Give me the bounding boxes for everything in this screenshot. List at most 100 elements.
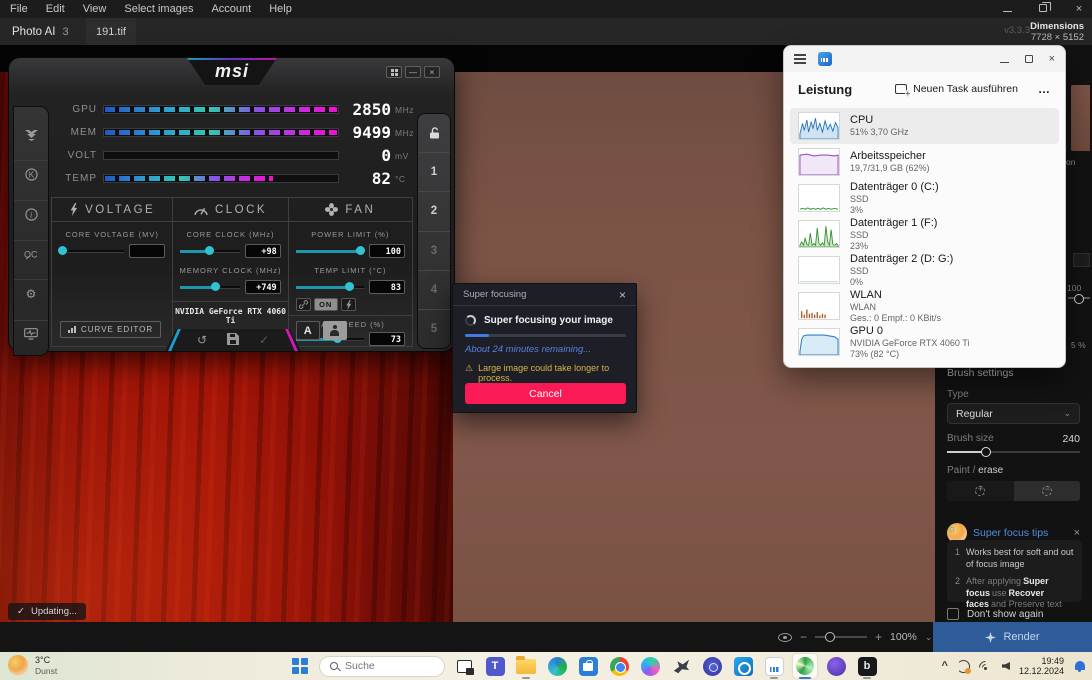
menu-help[interactable]: Help [269,3,292,15]
dont-show-checkbox[interactable] [947,608,959,620]
volume-icon[interactable] [1002,662,1010,670]
list-item-gpu[interactable]: GPU 0 NVIDIA GeForce RTX 4060 Ti 73% (82… [790,324,1059,360]
menu-file[interactable]: File [10,3,28,15]
save-icon[interactable] [227,333,239,348]
chrome-app-button[interactable] [607,654,631,678]
reset-icon[interactable]: ↺ [197,333,207,347]
task-manager-app-button[interactable] [762,654,786,678]
notification-bell-icon[interactable] [1073,660,1086,673]
erase-button[interactable] [1014,481,1081,501]
settings-gear-icon[interactable]: ⚙ [14,279,48,301]
menu-edit[interactable]: Edit [46,3,65,15]
curve-editor-button[interactable]: CURVE EDITOR [60,321,161,338]
cancel-button[interactable]: Cancel [465,383,626,404]
tm-minimize-icon[interactable] [1000,50,1009,68]
menu-account[interactable]: Account [211,3,251,15]
paint-button[interactable] [947,481,1014,501]
slider-knob[interactable] [356,246,365,255]
outlook-app-button[interactable] [731,654,755,678]
minimize-icon[interactable] [1000,3,1014,15]
edge-app-button[interactable] [545,654,569,678]
render-button[interactable]: Render [933,622,1092,652]
core-clock-slider[interactable] [180,250,239,253]
task-view-button[interactable] [452,654,476,678]
tab-file[interactable]: 191.tif [86,18,136,45]
more-options-icon[interactable]: … [1038,82,1051,96]
weather-widget[interactable]: 3°C Dunst [8,655,57,676]
b-app-button[interactable]: b [855,654,879,678]
wifi-icon[interactable] [979,661,993,671]
slider-knob[interactable] [205,246,214,255]
new-task-button[interactable]: Neuen Task ausführen [887,79,1026,99]
zoom-level[interactable]: 100% [890,631,917,643]
msi-close-icon[interactable]: × [424,66,440,78]
oc-scanner-icon[interactable]: OC [14,240,48,260]
memory-clock-slider[interactable] [180,286,239,289]
slider-knob[interactable] [981,447,991,457]
fan-auto-button[interactable]: A [296,321,320,340]
zoom-slider[interactable] [815,636,867,638]
list-item-disk2[interactable]: Datenträger 2 (D: G:) SSD 0% [790,252,1059,288]
explorer-app-button[interactable] [514,654,538,678]
hamburger-menu-icon[interactable] [794,54,806,63]
slider-knob[interactable] [211,282,220,291]
profiles-lock-icon[interactable] [418,114,450,152]
hw-monitor-icon[interactable] [14,320,48,340]
list-item-disk0[interactable]: Datenträger 0 (C:) SSD 3% [790,180,1059,216]
limits-on-toggle[interactable]: ON [314,298,338,311]
teams-app-button[interactable]: T [483,654,507,678]
temp-limit-slider[interactable] [296,286,364,289]
profile-3-button[interactable]: 3 [418,231,450,270]
tm-close-icon[interactable]: × [1049,53,1055,65]
taskbar-search[interactable] [319,656,445,677]
brush-size-slider[interactable] [947,451,1080,453]
preview-eye-icon[interactable] [778,633,792,642]
bird-app-button[interactable] [669,654,693,678]
list-item-memory[interactable]: Arbeitsspeicher 19,7/31,9 GB (62%) [790,144,1059,180]
fan-user-button[interactable] [323,321,347,340]
tray-chevron-icon[interactable]: ^ [942,660,948,672]
brush-type-select[interactable]: Regular ⌄ [947,403,1080,424]
apply-check-icon[interactable]: ✓ [259,333,269,347]
sync-update-icon[interactable] [957,660,970,673]
copilot-app-button[interactable] [638,654,662,678]
info-icon[interactable]: i [14,200,48,221]
zoom-chevron-icon[interactable]: ⌄ [925,632,933,643]
search-input[interactable] [345,660,425,672]
tips-close-icon[interactable]: × [1074,527,1080,539]
zoom-out-icon[interactable]: − [800,630,807,644]
msi-detach-icon[interactable] [386,66,402,78]
taskbar-clock[interactable]: 19:49 12.12.2024 [1019,656,1064,677]
close-icon[interactable]: × [1072,3,1086,15]
list-item-wlan[interactable]: WLAN WLAN Ges.: 0 Empf.: 0 KBit/s [790,288,1059,324]
core-voltage-slider[interactable] [59,250,124,253]
dialog-close-icon[interactable]: × [619,288,626,302]
password-app-button[interactable] [700,654,724,678]
menu-view[interactable]: View [83,3,107,15]
profile-2-button[interactable]: 2 [418,191,450,230]
profile-4-button[interactable]: 4 [418,270,450,309]
tm-maximize-icon[interactable] [1025,50,1033,68]
kombustor-icon[interactable]: K [14,160,48,181]
active-app-button[interactable] [793,654,817,678]
zoom-in-icon[interactable]: + [875,630,882,644]
boost-bolt-icon[interactable] [341,298,356,311]
menu-select-images[interactable]: Select images [124,3,193,15]
msi-minimize-icon[interactable]: — [405,66,421,78]
app-version: v3.3.3 [1004,25,1030,36]
profile-1-button[interactable]: 1 [418,152,450,191]
restore-icon[interactable] [1036,3,1050,15]
list-item-disk1[interactable]: Datenträger 1 (F:) SSD 23% [790,216,1059,252]
msi-dragon-icon[interactable] [14,123,48,141]
power-limit-slider[interactable] [296,250,364,253]
link-limits-icon[interactable] [296,298,311,311]
slider-knob[interactable] [58,246,67,255]
slider-knob[interactable] [345,282,354,291]
zoom-slider-knob[interactable] [825,632,835,642]
store-app-button[interactable] [576,654,600,678]
start-button[interactable] [288,654,312,678]
list-item-cpu[interactable]: CPU 51% 3,70 GHz [790,108,1059,144]
profile-5-button[interactable]: 5 [418,309,450,348]
tab-photo-ai[interactable]: Photo AI 3 [12,18,69,45]
purple-app-button[interactable] [824,654,848,678]
